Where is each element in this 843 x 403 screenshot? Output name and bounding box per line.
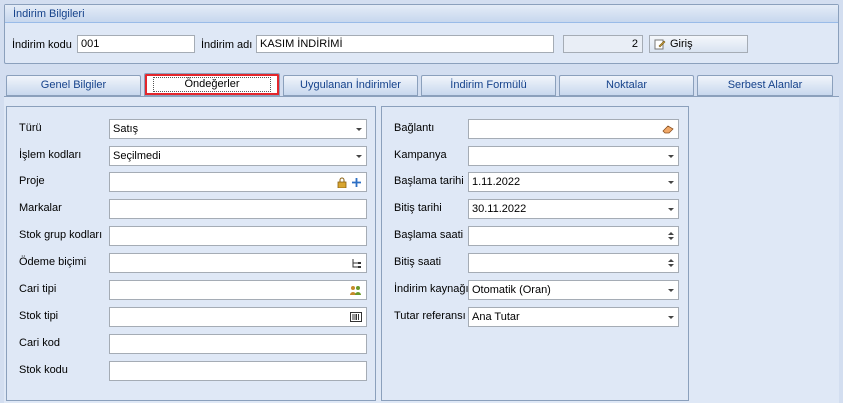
field-brands: Markalar — [7, 199, 375, 219]
field-account-code: Cari kod — [7, 334, 375, 354]
amount-reference-select[interactable]: Ana Tutar — [468, 307, 679, 327]
chevron-down-icon[interactable] — [668, 180, 674, 184]
barcode-icon[interactable] — [350, 312, 362, 322]
field-project: Proje — [7, 172, 375, 192]
tab-free-fields[interactable]: Serbest Alanlar — [697, 75, 833, 96]
groupbox-title: İndirim Bilgileri — [5, 5, 838, 23]
field-amount-reference: Tutar referansı Ana Tutar — [382, 307, 688, 327]
discount-code-input[interactable]: 001 — [77, 35, 195, 53]
people-icon[interactable] — [349, 285, 362, 296]
entry-button-label: Giriş — [670, 38, 693, 50]
type-select[interactable]: Satış — [109, 119, 367, 139]
lock-icon[interactable] — [337, 177, 347, 188]
connection-input[interactable] — [468, 119, 679, 139]
field-end-time: Bitiş saati — [382, 253, 688, 273]
field-account-type: Cari tipi — [7, 280, 375, 300]
stock-type-input[interactable] — [109, 307, 367, 327]
field-start-time: Başlama saati — [382, 226, 688, 246]
field-payment-method: Ödeme biçimi — [7, 253, 375, 273]
chevron-down-icon[interactable] — [356, 127, 362, 131]
stock-group-codes-input[interactable] — [109, 226, 367, 246]
discount-name-label: İndirim adı — [201, 39, 253, 51]
field-stock-type: Stok tipi — [7, 307, 375, 327]
chevron-down-icon[interactable] — [668, 154, 674, 158]
right-fields-panel: Bağlantı Kampanya Başlama tarihi 1.11.20… — [381, 106, 689, 401]
discount-source-select[interactable]: Otomatik (Oran) — [468, 280, 679, 300]
project-input[interactable] — [109, 172, 367, 192]
account-type-input[interactable] — [109, 280, 367, 300]
entry-button[interactable]: Giriş — [649, 35, 748, 53]
field-type: Türü Satış — [7, 119, 375, 139]
count-field: 2 — [563, 35, 643, 53]
payment-method-input[interactable] — [109, 253, 367, 273]
field-discount-source: İndirim kaynağı Otomatik (Oran) — [382, 280, 688, 300]
start-time-spinner[interactable] — [468, 226, 679, 246]
chevron-down-icon[interactable] — [668, 288, 674, 292]
field-start-date: Başlama tarihi 1.11.2022 — [382, 172, 688, 192]
eraser-icon[interactable] — [662, 124, 674, 134]
discount-name-input[interactable]: KASIM İNDİRİMİ — [256, 35, 554, 53]
start-date-picker[interactable]: 1.11.2022 — [468, 172, 679, 192]
tab-discount-formula[interactable]: İndirim Formülü — [421, 75, 556, 96]
transaction-codes-select[interactable]: Seçilmedi — [109, 146, 367, 166]
field-campaign: Kampanya — [382, 146, 688, 166]
account-code-input[interactable] — [109, 334, 367, 354]
tab-content: Türü Satış İşlem kodları Seçilmedi Proje — [4, 96, 839, 403]
field-transaction-codes: İşlem kodları Seçilmedi — [7, 146, 375, 166]
campaign-select[interactable] — [468, 146, 679, 166]
end-date-picker[interactable]: 30.11.2022 — [468, 199, 679, 219]
field-stock-code: Stok kodu — [7, 361, 375, 381]
field-stock-group-codes: Stok grup kodları — [7, 226, 375, 246]
stock-code-input[interactable] — [109, 361, 367, 381]
discount-info-groupbox: İndirim Bilgileri İndirim kodu 001 İndir… — [4, 4, 839, 64]
field-end-date: Bitiş tarihi 30.11.2022 — [382, 199, 688, 219]
tab-strip: Genel Bilgiler Öndeğerler Uygulanan İndi… — [4, 73, 839, 96]
field-connection: Bağlantı — [382, 119, 688, 139]
discount-code-label: İndirim kodu — [12, 39, 72, 51]
end-time-spinner[interactable] — [468, 253, 679, 273]
chevron-down-icon[interactable] — [668, 315, 674, 319]
left-fields-panel: Türü Satış İşlem kodları Seçilmedi Proje — [6, 106, 376, 401]
tab-applied-discounts[interactable]: Uygulanan İndirimler — [283, 75, 418, 96]
spin-arrows-icon[interactable] — [668, 232, 674, 240]
chevron-down-icon[interactable] — [668, 207, 674, 211]
spin-arrows-icon[interactable] — [668, 259, 674, 267]
tree-icon[interactable] — [351, 258, 362, 269]
plus-icon[interactable] — [351, 177, 362, 188]
tab-defaults[interactable]: Öndeğerler — [144, 73, 280, 96]
tab-points[interactable]: Noktalar — [559, 75, 694, 96]
tab-general-info[interactable]: Genel Bilgiler — [6, 75, 141, 96]
brands-input[interactable] — [109, 199, 367, 219]
pencil-note-icon — [654, 39, 666, 50]
chevron-down-icon[interactable] — [356, 154, 362, 158]
